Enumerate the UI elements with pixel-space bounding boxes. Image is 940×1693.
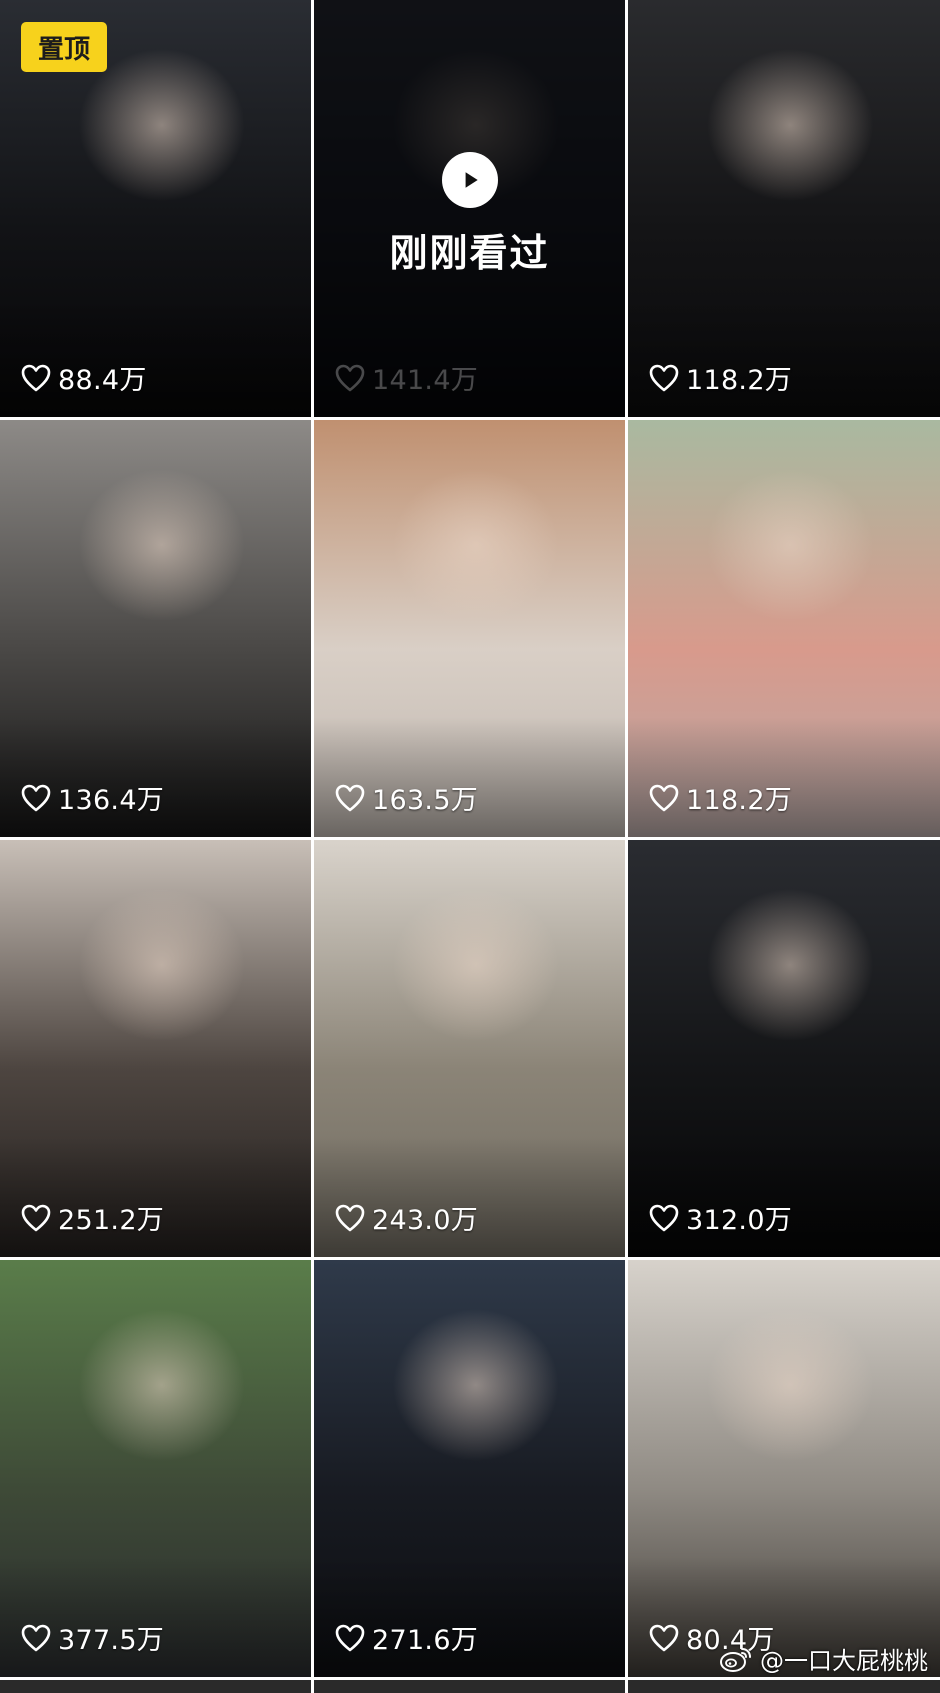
weibo-logo-icon <box>718 1644 754 1674</box>
heart-icon <box>648 783 680 813</box>
like-count: 88.4万 <box>20 358 147 397</box>
video-tile[interactable]: 置顶 88.4万 <box>0 0 311 417</box>
like-count: 163.5万 <box>334 778 478 817</box>
heart-icon <box>648 363 680 393</box>
pinned-badge: 置顶 <box>21 22 107 72</box>
like-count-value: 118.2万 <box>686 365 793 396</box>
video-tile[interactable]: 243.0万 <box>314 840 625 1257</box>
heart-icon <box>334 363 366 393</box>
like-count-value: 377.5万 <box>58 1625 165 1656</box>
heart-icon <box>20 1203 52 1233</box>
video-tile[interactable]: 271.6万 <box>314 1260 625 1677</box>
video-tile[interactable]: 377.5万 <box>0 1260 311 1677</box>
heart-icon <box>334 1203 366 1233</box>
heart-icon <box>334 1623 366 1653</box>
video-grid: 置顶 88.4万 刚刚看过 141.4万 118.2万 136.4万 163.5… <box>0 0 940 1693</box>
like-count-value: 243.0万 <box>372 1205 479 1236</box>
like-count: 118.2万 <box>648 358 792 397</box>
heart-icon <box>20 783 52 813</box>
weibo-watermark: @一口大屁桃桃 <box>718 1641 928 1676</box>
like-count-value: 136.4万 <box>58 785 165 816</box>
like-count: 271.6万 <box>334 1618 478 1657</box>
video-tile[interactable]: 80.4万 <box>628 1260 940 1677</box>
heart-icon <box>20 363 52 393</box>
heart-icon <box>20 1623 52 1653</box>
like-count: 377.5万 <box>20 1618 164 1657</box>
heart-icon <box>334 783 366 813</box>
like-count: 118.2万 <box>648 778 792 817</box>
like-count-value: 118.2万 <box>686 785 793 816</box>
video-tile[interactable]: 136.4万 <box>0 420 311 837</box>
like-count-value: 271.6万 <box>372 1625 479 1656</box>
recently-watched-overlay <box>314 0 625 417</box>
heart-icon <box>648 1203 680 1233</box>
like-count-value: 141.4万 <box>372 365 479 396</box>
like-count-value: 251.2万 <box>58 1205 165 1236</box>
like-count: 141.4万 <box>334 358 478 397</box>
video-tile[interactable]: 312.0万 <box>628 840 940 1257</box>
video-tile[interactable]: 163.5万 <box>314 420 625 837</box>
play-icon[interactable] <box>442 152 498 208</box>
like-count: 251.2万 <box>20 1198 164 1237</box>
video-tile[interactable]: 118.2万 <box>628 0 940 417</box>
like-count-value: 88.4万 <box>58 365 147 396</box>
next-row-peek <box>0 1680 940 1693</box>
video-tile-partial[interactable] <box>0 1680 311 1693</box>
like-count: 243.0万 <box>334 1198 478 1237</box>
heart-icon <box>648 1623 680 1653</box>
recently-watched-label: 刚刚看过 <box>389 231 550 275</box>
like-count: 136.4万 <box>20 778 164 817</box>
watermark-text: @一口大屁桃桃 <box>760 1647 928 1675</box>
video-grid-page: { "pinned_badge": "置顶", "recently_watche… <box>0 0 940 1693</box>
video-tile[interactable]: 118.2万 <box>628 420 940 837</box>
like-count-value: 163.5万 <box>372 785 479 816</box>
video-tile-partial[interactable] <box>314 1680 625 1693</box>
like-count-value: 312.0万 <box>686 1205 793 1236</box>
like-count: 312.0万 <box>648 1198 792 1237</box>
video-tile-partial[interactable] <box>628 1680 940 1693</box>
video-tile[interactable]: 251.2万 <box>0 840 311 1257</box>
video-tile-recently-watched[interactable]: 刚刚看过 141.4万 <box>314 0 625 417</box>
